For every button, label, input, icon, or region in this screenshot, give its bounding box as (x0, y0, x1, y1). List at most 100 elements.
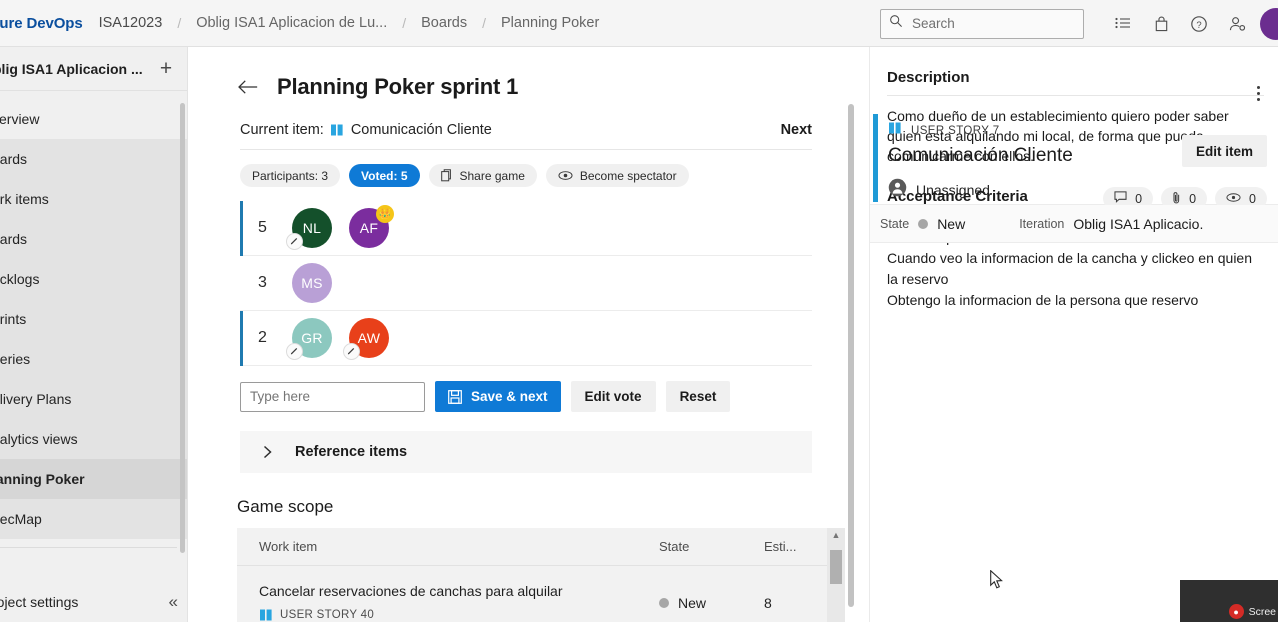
sidebar-scrollbar[interactable] (180, 103, 185, 553)
attachments-count: 0 (1189, 191, 1197, 206)
marketplace-bag-icon[interactable] (1142, 0, 1180, 47)
dot (1256, 85, 1260, 89)
avatar[interactable]: GR (286, 318, 332, 360)
eye-icon (558, 170, 573, 181)
avatar-initials: GR (301, 330, 323, 346)
sidebar-item-boards[interactable]: oards (0, 219, 187, 259)
sidebar-item-planning-poker[interactable]: lanning Poker (0, 459, 187, 499)
participants-chip: Participants: 3 (240, 164, 341, 187)
reference-items-section[interactable]: Reference items (240, 431, 812, 473)
sidebar-item-queries[interactable]: ueries (0, 339, 187, 379)
pencil-icon (286, 343, 303, 360)
share-game-button[interactable]: Share game (428, 164, 537, 187)
sidebar-project-header[interactable]: blig ISA1 Aplicacion ... + (0, 47, 187, 91)
sidebar-item-backlogs[interactable]: acklogs (0, 259, 187, 299)
become-spectator-label: Become spectator (579, 168, 677, 183)
avatar[interactable]: MS (292, 263, 332, 303)
next-button[interactable]: Next (781, 122, 812, 138)
sidebar-nav-list: verview oards ork items oards acklogs pr… (0, 91, 187, 548)
more-vertical-icon[interactable] (1246, 80, 1270, 106)
game-scope-title: Game scope (237, 497, 334, 516)
azure-devops-logo[interactable]: zure DevOps (0, 15, 83, 32)
top-bar-actions: Search ? (880, 0, 1278, 47)
vote-row-voters: NL AF 👑 (286, 205, 406, 250)
user-settings-icon[interactable] (1218, 0, 1256, 47)
edit-item-button[interactable]: Edit item (1181, 135, 1267, 167)
work-item-title[interactable]: Cancelar reservaciones de canchas para a… (259, 583, 563, 599)
sidebar-item-label: ueries (0, 351, 31, 367)
sidebar-item-project-settings[interactable]: roject settings « (0, 582, 188, 622)
breadcrumb-planning-poker[interactable]: Planning Poker (499, 13, 601, 33)
breadcrumb-organization[interactable]: ISA12023 (97, 13, 165, 33)
tasks-icon[interactable] (1104, 0, 1142, 47)
search-input[interactable]: Search (880, 8, 1084, 39)
state-value: New (678, 594, 707, 611)
work-item-accent-bar (873, 114, 878, 202)
sidebar-item-delivery-plans[interactable]: elivery Plans (0, 379, 187, 419)
mouse-pointer-icon (990, 569, 1004, 595)
avatar-initials: AF (359, 220, 379, 236)
sidebar-item-analytics-views[interactable]: nalytics views (0, 419, 187, 459)
assigned-to-value: Unassigned (916, 182, 990, 198)
vote-row-accent (240, 311, 243, 366)
reset-button[interactable]: Reset (665, 381, 731, 412)
app-root: zure DevOps ISA12023 / Oblig ISA1 Aplica… (0, 0, 1278, 622)
save-and-next-button[interactable]: Save & next (435, 381, 561, 412)
table-row[interactable]: Cancelar reservaciones de canchas para a… (237, 566, 845, 622)
participants-label: Participants: 3 (252, 168, 329, 183)
breadcrumb-boards[interactable]: Boards (419, 13, 469, 33)
sidebar-item-label: pecMap (0, 511, 42, 527)
avatar[interactable]: AF 👑 (349, 205, 394, 248)
user-avatar[interactable] (1260, 7, 1278, 40)
edit-vote-button[interactable]: Edit vote (570, 381, 656, 412)
person-icon (888, 178, 907, 202)
help-icon[interactable]: ? (1180, 0, 1218, 47)
vote-input[interactable] (240, 381, 425, 412)
sidebar-item-work-items[interactable]: ork items (0, 179, 187, 219)
user-story-icon (888, 121, 902, 140)
user-story-icon (330, 123, 344, 137)
vote-actions: Save & next Edit vote Reset (240, 381, 860, 412)
breadcrumb-project[interactable]: Oblig ISA1 Aplicacion de Lu... (194, 13, 389, 33)
state-iteration-bar: State New Iteration Oblig ISA1 Aplicacio… (870, 205, 1278, 243)
watermark-content: ● Scree (1228, 604, 1276, 619)
sidebar-item-label: oards (0, 151, 28, 167)
sidebar-item-overview[interactable]: verview (0, 99, 187, 139)
dot (1256, 97, 1260, 101)
current-item-name[interactable]: Comunicación Cliente (351, 122, 492, 138)
reset-label: Reset (679, 389, 717, 404)
state-dot-icon (918, 218, 929, 229)
table-scrollbar[interactable]: ▲ (827, 528, 845, 622)
vote-row: 5 NL AF 👑 (240, 201, 812, 256)
sidebar-item-specmap[interactable]: pecMap (0, 499, 187, 539)
work-item-details-panel: USER STORY 7 Comunicación Cliente Unassi… (869, 47, 1278, 622)
sidebar-item-label: prints (0, 311, 27, 327)
share-game-label: Share game (459, 168, 525, 183)
scrollbar-thumb[interactable] (830, 550, 842, 584)
watermark-label: Scree (1248, 605, 1276, 618)
comment-icon (1114, 191, 1127, 206)
avatar[interactable]: NL (286, 208, 332, 250)
sidebar-item-label: verview (0, 111, 40, 127)
edit-item-label: Edit item (1195, 143, 1253, 159)
avatar[interactable]: AW (343, 318, 389, 360)
breadcrumb: ISA12023 / Oblig ISA1 Aplicacion de Lu..… (97, 13, 602, 33)
sidebar-item-label: nalytics views (0, 431, 78, 447)
vote-value: 5 (258, 219, 267, 236)
table-header-row: Work item State Esti... (237, 528, 845, 566)
main-content-scrollbar[interactable] (848, 104, 854, 607)
top-navigation-bar: zure DevOps ISA12023 / Oblig ISA1 Aplica… (0, 0, 1278, 47)
breadcrumb-separator: / (482, 15, 486, 31)
scroll-up-arrow-icon[interactable]: ▲ (827, 530, 845, 540)
record-icon: ● (1228, 604, 1244, 619)
screen-recorder-watermark: ● Scree (1180, 580, 1278, 622)
collapse-left-icon[interactable]: « (169, 592, 178, 612)
voted-chip: Voted: 5 (349, 164, 420, 187)
sidebar-item-sprints[interactable]: prints (0, 299, 187, 339)
sidebar-item-boards-group[interactable]: oards (0, 139, 187, 179)
add-icon[interactable]: + (153, 56, 179, 82)
become-spectator-button[interactable]: Become spectator (545, 164, 689, 187)
section-divider (887, 95, 1264, 96)
avatar-initials: MS (301, 275, 323, 291)
back-arrow-icon[interactable] (237, 78, 259, 96)
